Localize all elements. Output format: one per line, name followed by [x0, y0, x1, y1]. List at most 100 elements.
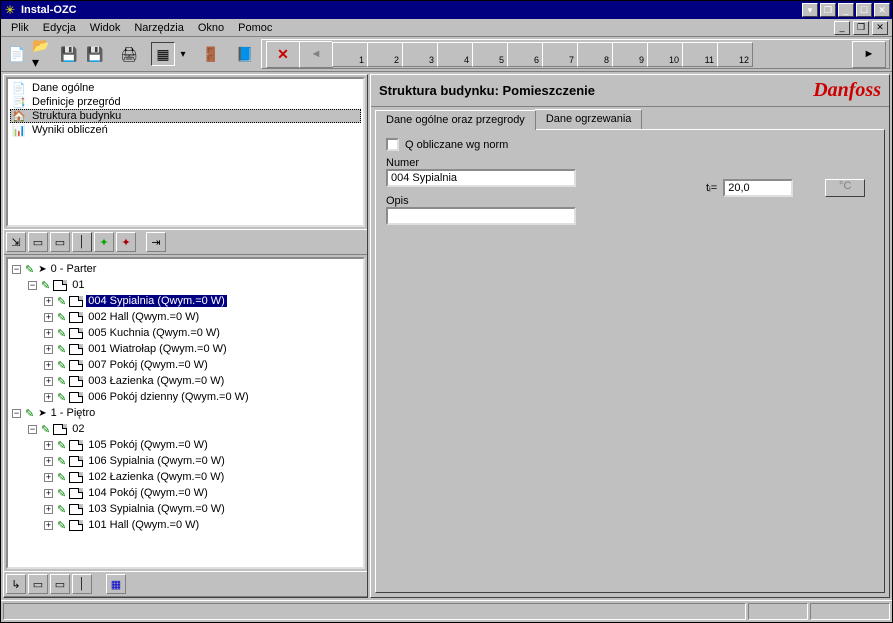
run-tab-3[interactable]: 3	[402, 42, 438, 67]
menu-tools[interactable]: Narzędzia	[128, 21, 190, 35]
expand-icon[interactable]: +	[44, 489, 53, 498]
page-icon	[69, 392, 83, 403]
open-folder-button[interactable]: 📂▾	[31, 42, 55, 66]
tree-room[interactable]: +✎103 Sypialnia (Qwym.=0 W)	[12, 501, 361, 517]
expand-icon[interactable]: +	[44, 505, 53, 514]
vline-button[interactable]: │	[72, 232, 92, 252]
nav-item-structure[interactable]: 🏠 Struktura budynku	[10, 109, 361, 123]
run-tab-9[interactable]: 9	[612, 42, 648, 67]
ti-unit-button[interactable]: °C	[825, 179, 865, 197]
print-button[interactable]: 🖨	[117, 42, 141, 66]
tree-room[interactable]: +✎101 Hall (Qwym.=0 W)	[12, 517, 361, 533]
expand-icon[interactable]: −	[12, 265, 21, 274]
add-button[interactable]: ✦	[94, 232, 114, 252]
exit-button[interactable]: 🚪	[199, 42, 223, 66]
expand-icon[interactable]: −	[28, 281, 37, 290]
nav-item-results[interactable]: 📊 Wyniki obliczeń	[10, 123, 361, 137]
tree-room[interactable]: +✎007 Pokój (Qwym.=0 W)	[12, 357, 361, 373]
save-button[interactable]: 💾	[57, 42, 81, 66]
tree-room[interactable]: +✎004 Sypialnia (Qwym.=0 W)	[12, 293, 361, 309]
ti-input[interactable]: 20,0	[723, 179, 793, 197]
expand-icon[interactable]: +	[44, 393, 53, 402]
nav-item-partitions[interactable]: 📑 Definicje przegród	[10, 95, 361, 109]
bottom-vline-button[interactable]: │	[72, 574, 92, 594]
menu-file[interactable]: Plik	[5, 21, 35, 35]
expand-icon[interactable]: +	[44, 361, 53, 370]
run-tab-7[interactable]: 7	[542, 42, 578, 67]
run-tab-1[interactable]: 1	[332, 42, 368, 67]
run-tab-8[interactable]: 8	[577, 42, 613, 67]
expand-icon[interactable]: +	[44, 313, 53, 322]
toolbar-main: 📄 📂▾ 💾 💾 🖨 ▦ ▾ 🚪 📘	[3, 39, 259, 69]
tree-room[interactable]: +✎003 Łazienka (Qwym.=0 W)	[12, 373, 361, 389]
minimize-alt-button[interactable]: ▾	[802, 3, 818, 17]
expand-icon[interactable]: −	[12, 409, 21, 418]
tree-room[interactable]: +✎002 Hall (Qwym.=0 W)	[12, 309, 361, 325]
expand-icon[interactable]: +	[44, 345, 53, 354]
tab-general[interactable]: Dane ogólne oraz przegrody	[375, 110, 536, 130]
expand-icon[interactable]: +	[44, 377, 53, 386]
menu-view[interactable]: Widok	[84, 21, 127, 35]
expand-icon[interactable]: +	[44, 441, 53, 450]
run-tab-2[interactable]: 2	[367, 42, 403, 67]
export-button[interactable]: ⇥	[146, 232, 166, 252]
expand-icon[interactable]: +	[44, 329, 53, 338]
run-tab-5[interactable]: 5	[472, 42, 508, 67]
help-book-button[interactable]: 📘	[233, 42, 257, 66]
tree-floor[interactable]: −✎➤0 - Parter	[12, 261, 361, 277]
expand-icon[interactable]: +	[44, 457, 53, 466]
box1-button[interactable]: ▭	[28, 232, 48, 252]
expand-icon[interactable]: +	[44, 473, 53, 482]
bottom-grid-button[interactable]: ▦	[106, 574, 126, 594]
edit-icon: ✎	[57, 391, 66, 404]
tree-label: 01	[70, 279, 86, 291]
run-cancel-button[interactable]: ✕	[266, 41, 300, 68]
menu-help[interactable]: Pomoc	[232, 21, 278, 35]
tree-room[interactable]: +✎102 Łazienka (Qwym.=0 W)	[12, 469, 361, 485]
opis-input[interactable]	[386, 207, 576, 225]
run-tab-6[interactable]: 6	[507, 42, 543, 67]
expand-icon[interactable]: +	[44, 521, 53, 530]
bottom-wings-icon[interactable]: ↳	[6, 574, 26, 594]
bottom-box1-button[interactable]: ▭	[28, 574, 48, 594]
bottom-box2-button[interactable]: ▭	[50, 574, 70, 594]
menu-edit[interactable]: Edycja	[37, 21, 82, 35]
mdi-minimize-button[interactable]: _	[834, 21, 850, 35]
tree-section[interactable]: −✎01	[12, 277, 361, 293]
minimize-button[interactable]: _	[838, 3, 854, 17]
tree-room[interactable]: +✎105 Pokój (Qwym.=0 W)	[12, 437, 361, 453]
numer-input[interactable]: 004 Sypialnia	[386, 169, 576, 187]
grid-dropdown-button[interactable]: ▾	[177, 42, 189, 66]
mdi-close-button[interactable]: ✕	[872, 21, 888, 35]
maximize-button[interactable]: ☐	[856, 3, 872, 17]
menu-window[interactable]: Okno	[192, 21, 230, 35]
tree-section[interactable]: −✎02	[12, 421, 361, 437]
run-tab-4[interactable]: 4	[437, 42, 473, 67]
expand-icon[interactable]: +	[44, 297, 53, 306]
close-button[interactable]: ✕	[874, 3, 890, 17]
tab-heating[interactable]: Dane ogrzewania	[535, 109, 643, 129]
remove-button[interactable]: ✦	[116, 232, 136, 252]
tree-room[interactable]: +✎005 Kuchnia (Qwym.=0 W)	[12, 325, 361, 341]
run-next-button[interactable]: ►	[852, 41, 886, 68]
tree-room[interactable]: +✎001 Wiatrołap (Qwym.=0 W)	[12, 341, 361, 357]
run-prev-button[interactable]: ◄	[299, 41, 333, 68]
tree-room[interactable]: +✎106 Sypialnia (Qwym.=0 W)	[12, 453, 361, 469]
tree-floor[interactable]: −✎➤1 - Piętro	[12, 405, 361, 421]
structure-tree[interactable]: −✎➤0 - Parter−✎01+✎004 Sypialnia (Qwym.=…	[6, 257, 365, 569]
run-tab-12[interactable]: 12	[717, 42, 753, 67]
q-checkbox[interactable]	[386, 138, 399, 151]
grid-toggle-button[interactable]: ▦	[151, 42, 175, 66]
restore-alt-button[interactable]: ❐	[820, 3, 836, 17]
expand-icon[interactable]: −	[28, 425, 37, 434]
save-all-button[interactable]: 💾	[83, 42, 107, 66]
wings-icon[interactable]: ⇲	[6, 232, 26, 252]
run-tab-10[interactable]: 10	[647, 42, 683, 67]
run-tab-11[interactable]: 11	[682, 42, 718, 67]
tree-room[interactable]: +✎006 Pokój dzienny (Qwym.=0 W)	[12, 389, 361, 405]
new-file-button[interactable]: 📄	[5, 42, 29, 66]
nav-item-general[interactable]: 📄 Dane ogólne	[10, 81, 361, 95]
box2-button[interactable]: ▭	[50, 232, 70, 252]
tree-room[interactable]: +✎104 Pokój (Qwym.=0 W)	[12, 485, 361, 501]
mdi-restore-button[interactable]: ❐	[853, 21, 869, 35]
